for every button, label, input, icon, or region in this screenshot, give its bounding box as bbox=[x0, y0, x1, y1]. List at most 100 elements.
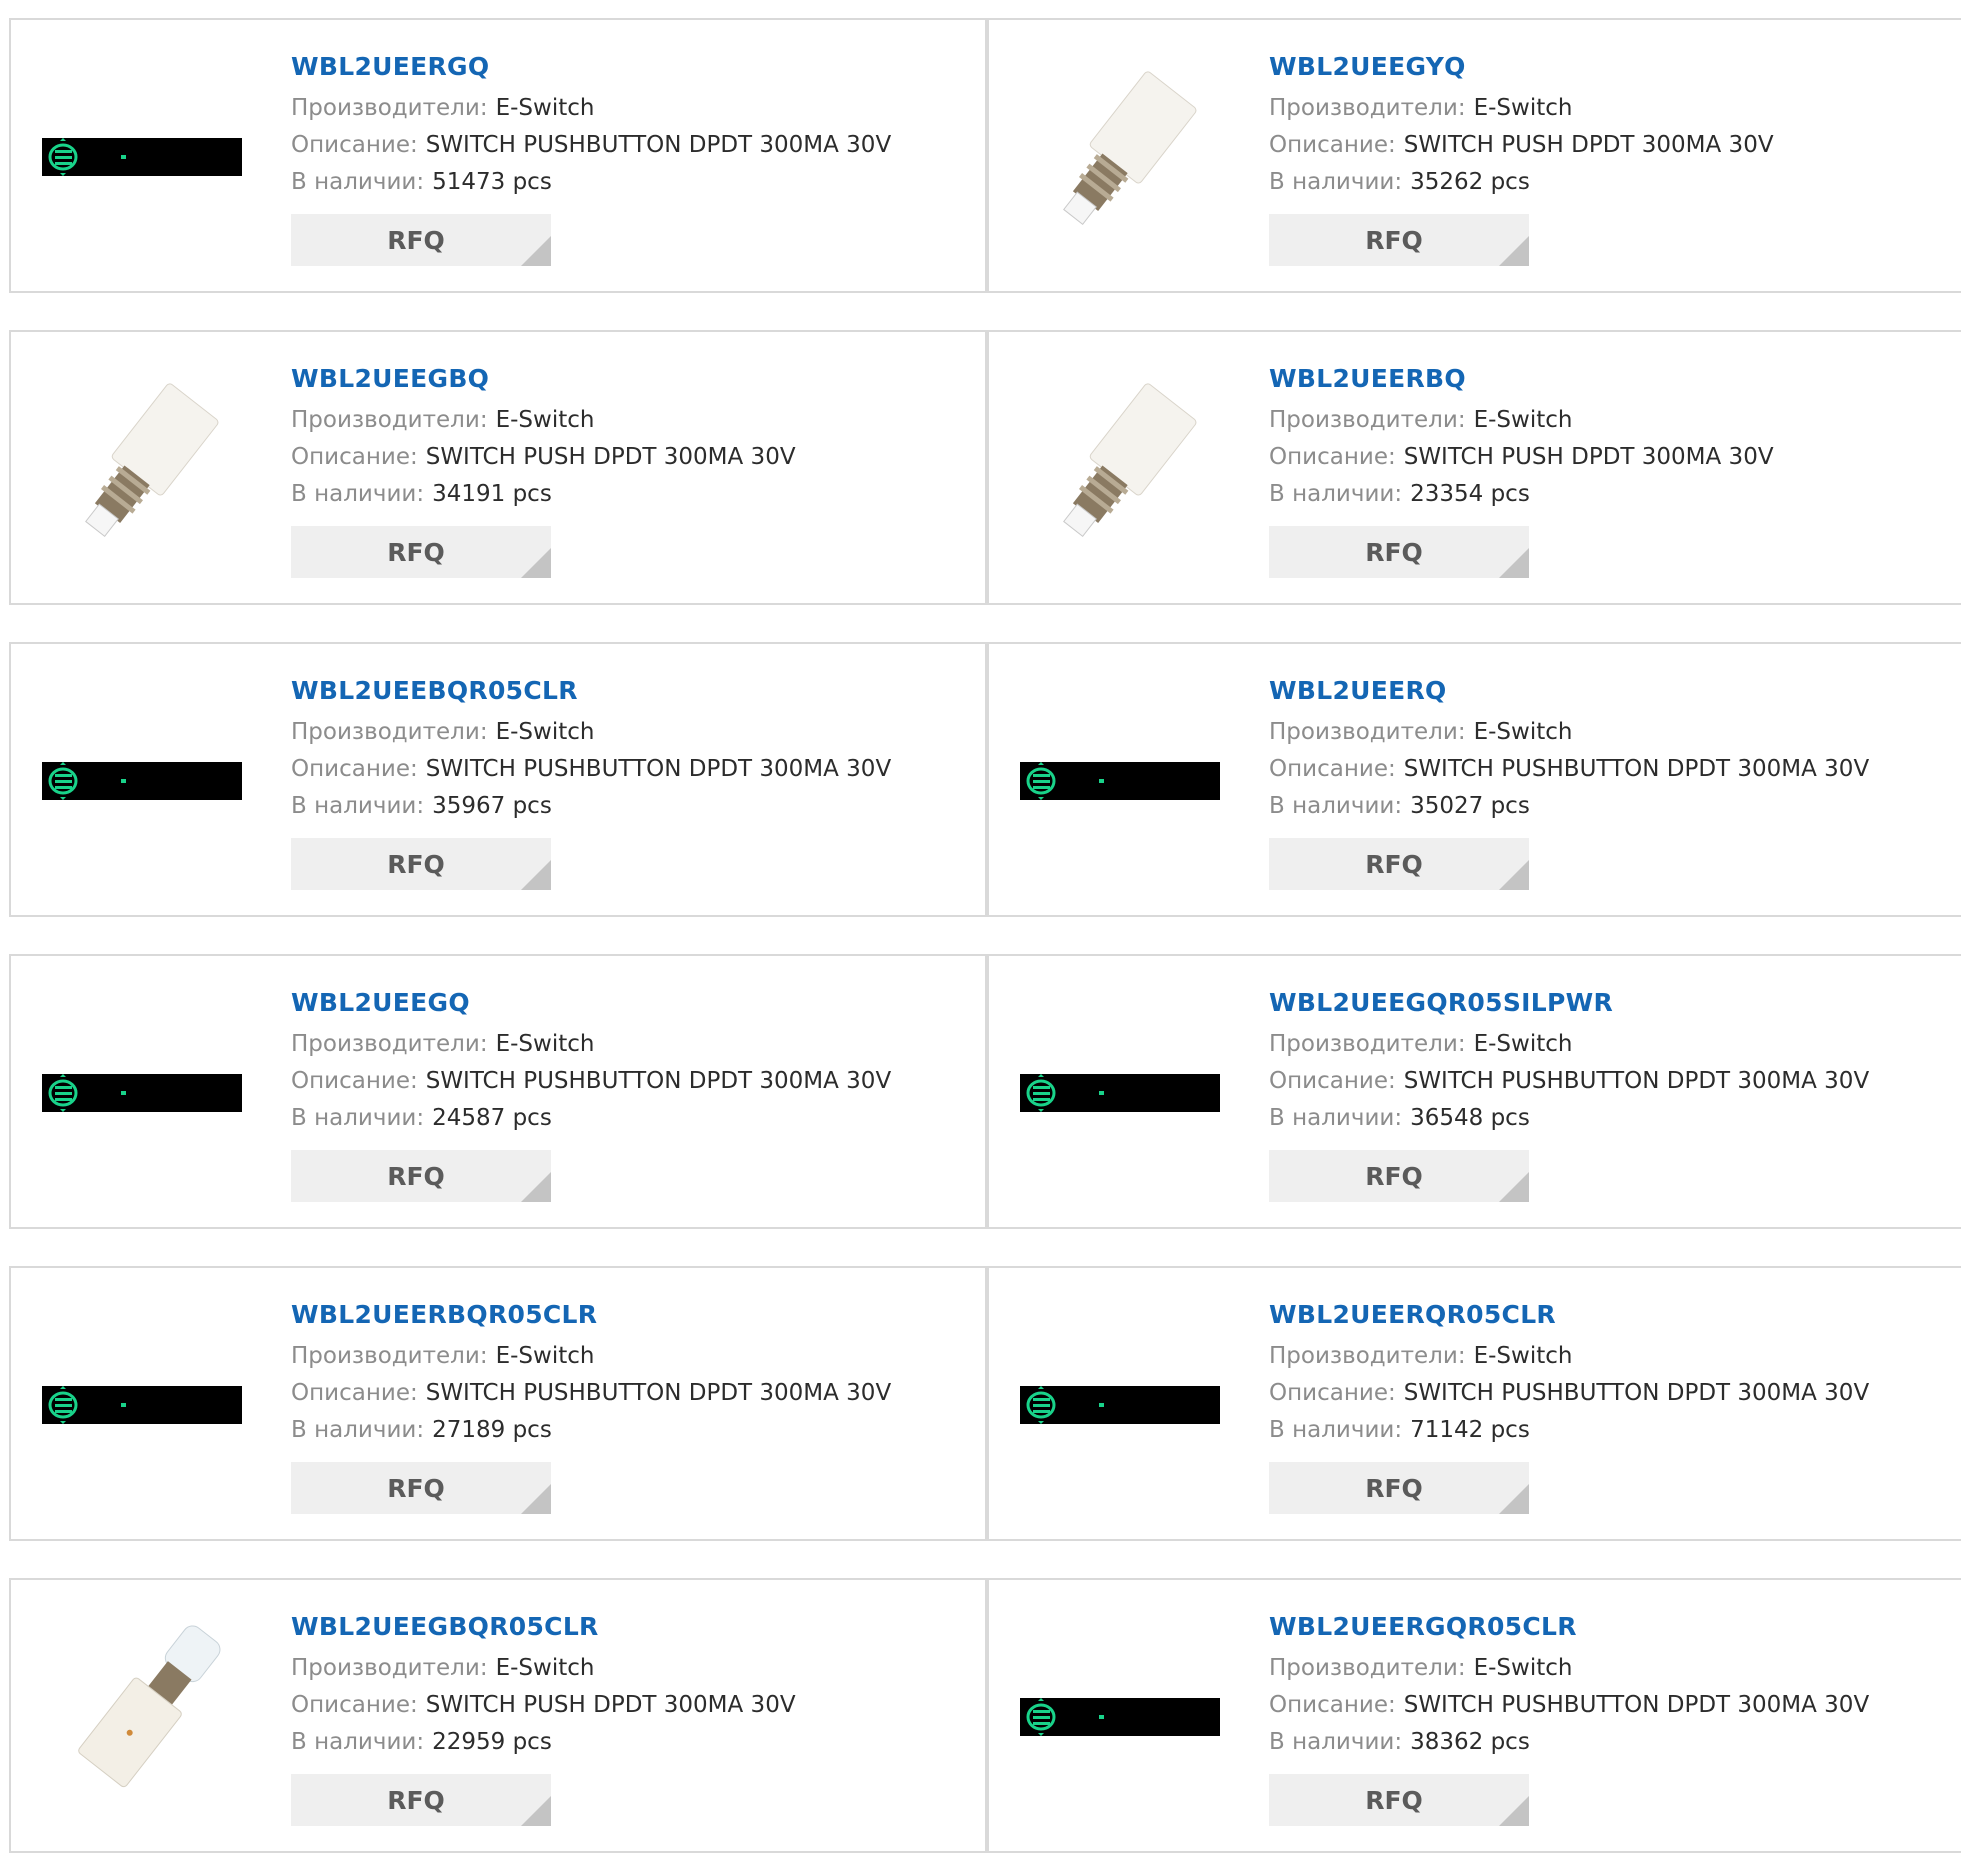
part-number-link[interactable]: WBL2UEERGQ bbox=[291, 50, 891, 84]
stock-row: В наличии: 35027 pcs bbox=[1269, 788, 1869, 825]
description-value: SWITCH PUSHBUTTON DPDT 300MA 30V bbox=[1403, 1380, 1870, 1406]
stock-row: В наличии: 51473 pcs bbox=[291, 164, 891, 201]
manufacturer-label: Производители: bbox=[291, 1343, 488, 1369]
rfq-label: RFQ bbox=[387, 1473, 445, 1503]
part-number-link[interactable]: WBL2UEERQ bbox=[1269, 674, 1869, 708]
description-label: Описание: bbox=[291, 1068, 418, 1094]
manufacturer-row: Производители: E-Switch bbox=[291, 1338, 891, 1375]
product-card: WBL2UEERGQR05CLR Производители: E-Switch … bbox=[987, 1578, 1961, 1853]
manufacturer-value: E-Switch bbox=[495, 407, 595, 433]
stock-value: 35967 pcs bbox=[432, 793, 552, 819]
rfq-label: RFQ bbox=[387, 1785, 445, 1815]
stock-label: В наличии: bbox=[291, 793, 425, 819]
description-value: SWITCH PUSHBUTTON DPDT 300MA 30V bbox=[425, 756, 892, 782]
rfq-button[interactable]: RFQ bbox=[291, 214, 551, 266]
manufacturer-value: E-Switch bbox=[1473, 1343, 1573, 1369]
part-number-link[interactable]: WBL2UEEGBQ bbox=[291, 362, 796, 396]
description-row: Описание: SWITCH PUSH DPDT 300MA 30V bbox=[1269, 127, 1774, 164]
description-label: Описание: bbox=[1269, 1068, 1396, 1094]
stock-label: В наличии: bbox=[1269, 793, 1403, 819]
stock-value: 27189 pcs bbox=[432, 1417, 552, 1443]
product-card: WBL2UEEGBQ Производители: E-Switch Описан… bbox=[9, 330, 987, 605]
placeholder-image-icon bbox=[42, 1074, 242, 1112]
description-value: SWITCH PUSHBUTTON DPDT 300MA 30V bbox=[425, 1068, 892, 1094]
product-card: WBL2UEEGBQR05CLR Производители: E-Switch … bbox=[9, 1578, 987, 1853]
pushbutton-switch-photo bbox=[1063, 71, 1197, 225]
product-image[interactable] bbox=[42, 1617, 242, 1817]
manufacturer-label: Производители: bbox=[1269, 95, 1466, 121]
part-number-link[interactable]: WBL2UEERBQR05CLR bbox=[291, 1298, 891, 1332]
rfq-label: RFQ bbox=[387, 537, 445, 567]
description-row: Описание: SWITCH PUSHBUTTON DPDT 300MA 30… bbox=[1269, 751, 1869, 788]
product-image[interactable] bbox=[42, 993, 242, 1193]
manufacturer-value: E-Switch bbox=[1473, 407, 1573, 433]
product-image[interactable] bbox=[42, 1305, 242, 1505]
corner-triangle-icon bbox=[1499, 1484, 1529, 1514]
part-number-link[interactable]: WBL2UEEGBQR05CLR bbox=[291, 1610, 796, 1644]
manufacturer-row: Производители: E-Switch bbox=[291, 90, 891, 127]
stock-value: 38362 pcs bbox=[1410, 1729, 1530, 1755]
stock-value: 24587 pcs bbox=[432, 1105, 552, 1131]
stock-row: В наличии: 23354 pcs bbox=[1269, 476, 1774, 513]
rfq-button[interactable]: RFQ bbox=[291, 1150, 551, 1202]
product-image[interactable] bbox=[1020, 993, 1220, 1193]
manufacturer-row: Производители: E-Switch bbox=[291, 714, 891, 751]
part-number-link[interactable]: WBL2UEEBQR05CLR bbox=[291, 674, 891, 708]
manufacturer-value: E-Switch bbox=[495, 1655, 595, 1681]
product-image[interactable] bbox=[42, 369, 242, 569]
stock-row: В наличии: 38362 pcs bbox=[1269, 1724, 1869, 1761]
description-value: SWITCH PUSH DPDT 300MA 30V bbox=[425, 1692, 796, 1718]
stock-label: В наличии: bbox=[1269, 1729, 1403, 1755]
corner-triangle-icon bbox=[521, 1172, 551, 1202]
product-info: WBL2UEEBQR05CLR Производители: E-Switch О… bbox=[291, 674, 891, 890]
part-number-link[interactable]: WBL2UEERQR05CLR bbox=[1269, 1298, 1869, 1332]
rfq-button[interactable]: RFQ bbox=[1269, 1462, 1529, 1514]
description-label: Описание: bbox=[1269, 756, 1396, 782]
manufacturer-value: E-Switch bbox=[495, 719, 595, 745]
description-value: SWITCH PUSH DPDT 300MA 30V bbox=[1403, 444, 1774, 470]
rfq-button[interactable]: RFQ bbox=[291, 526, 551, 578]
stock-label: В наличии: bbox=[1269, 1417, 1403, 1443]
product-image[interactable] bbox=[1020, 1305, 1220, 1505]
rfq-button[interactable]: RFQ bbox=[1269, 526, 1529, 578]
rfq-button[interactable]: RFQ bbox=[1269, 214, 1529, 266]
stock-label: В наличии: bbox=[1269, 1105, 1403, 1131]
product-info: WBL2UEERQR05CLR Производители: E-Switch О… bbox=[1269, 1298, 1869, 1514]
manufacturer-label: Производители: bbox=[1269, 1655, 1466, 1681]
product-image[interactable] bbox=[42, 681, 242, 881]
manufacturer-value: E-Switch bbox=[1473, 1655, 1573, 1681]
manufacturer-row: Производители: E-Switch bbox=[1269, 714, 1869, 751]
rfq-button[interactable]: RFQ bbox=[291, 838, 551, 890]
description-label: Описание: bbox=[1269, 1692, 1396, 1718]
rfq-label: RFQ bbox=[1365, 1785, 1423, 1815]
part-number-link[interactable]: WBL2UEERBQ bbox=[1269, 362, 1774, 396]
stock-row: В наличии: 35967 pcs bbox=[291, 788, 891, 825]
rfq-label: RFQ bbox=[1365, 849, 1423, 879]
rfq-label: RFQ bbox=[1365, 1473, 1423, 1503]
manufacturer-row: Производители: E-Switch bbox=[1269, 402, 1774, 439]
part-number-link[interactable]: WBL2UEEGQR05SILPWR bbox=[1269, 986, 1869, 1020]
rfq-button[interactable]: RFQ bbox=[291, 1774, 551, 1826]
manufacturer-value: E-Switch bbox=[1473, 719, 1573, 745]
corner-triangle-icon bbox=[521, 548, 551, 578]
part-number-link[interactable]: WBL2UEEGYQ bbox=[1269, 50, 1774, 84]
product-image[interactable] bbox=[1020, 57, 1220, 257]
corner-triangle-icon bbox=[521, 236, 551, 266]
product-card: WBL2UEEGQR05SILPWR Производители: E-Switc… bbox=[987, 954, 1961, 1229]
stock-value: 35027 pcs bbox=[1410, 793, 1530, 819]
product-image[interactable] bbox=[42, 57, 242, 257]
stock-label: В наличии: bbox=[1269, 481, 1403, 507]
description-row: Описание: SWITCH PUSH DPDT 300MA 30V bbox=[291, 1687, 796, 1724]
rfq-button[interactable]: RFQ bbox=[1269, 838, 1529, 890]
product-image[interactable] bbox=[1020, 1617, 1220, 1817]
rfq-button[interactable]: RFQ bbox=[291, 1462, 551, 1514]
description-row: Описание: SWITCH PUSH DPDT 300MA 30V bbox=[1269, 439, 1774, 476]
part-number-link[interactable]: WBL2UEEGQ bbox=[291, 986, 891, 1020]
product-image[interactable] bbox=[1020, 681, 1220, 881]
rfq-button[interactable]: RFQ bbox=[1269, 1774, 1529, 1826]
part-number-link[interactable]: WBL2UEERGQR05CLR bbox=[1269, 1610, 1869, 1644]
product-image[interactable] bbox=[1020, 369, 1220, 569]
rfq-button[interactable]: RFQ bbox=[1269, 1150, 1529, 1202]
manufacturer-label: Производители: bbox=[291, 719, 488, 745]
product-card: WBL2UEERGQ Производители: E-Switch Описан… bbox=[9, 18, 987, 293]
